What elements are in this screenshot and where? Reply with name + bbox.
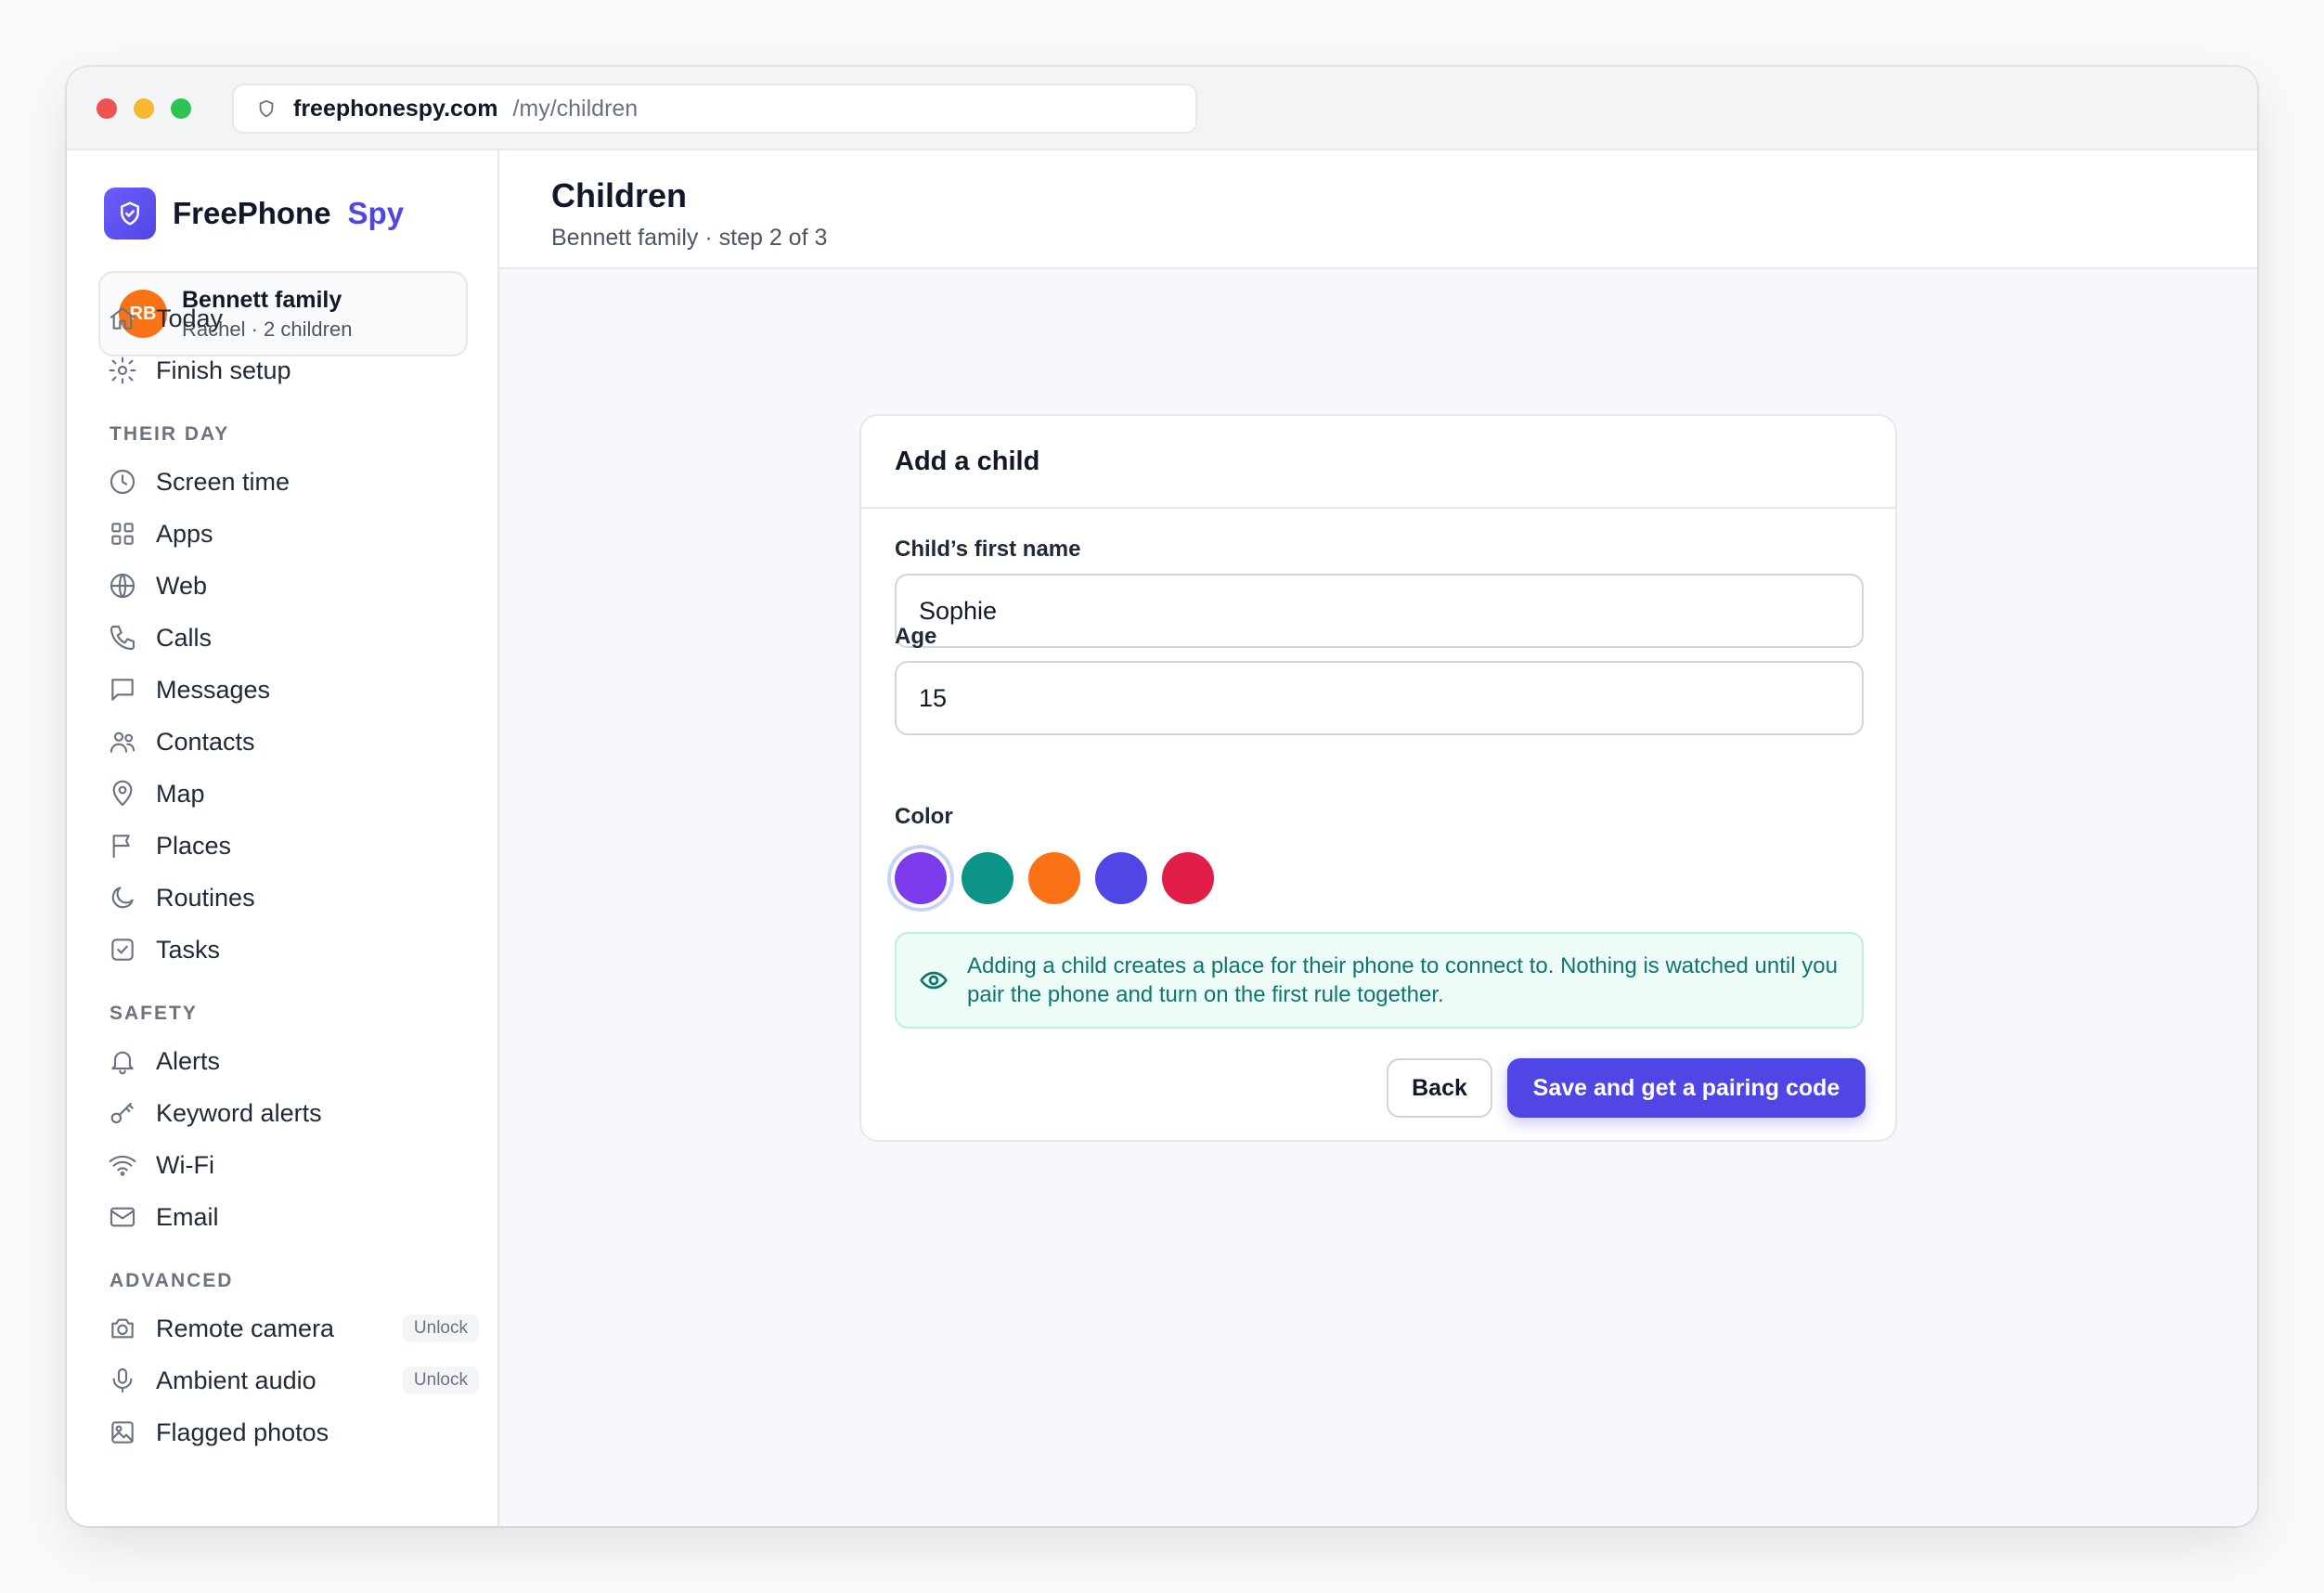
eye-icon (920, 971, 948, 990)
brand[interactable]: FreePhone Spy (104, 188, 404, 240)
map-pin-icon (108, 779, 137, 809)
phone-icon (108, 623, 137, 653)
color-swatch[interactable] (1028, 852, 1080, 904)
sidebar-item-label: Today (156, 304, 224, 332)
url-domain: freephonespy.com (293, 95, 498, 122)
sidebar-item-routines[interactable]: Routines (108, 874, 479, 921)
sidebar-item-label: Tasks (156, 935, 221, 964)
browser-window: freephonespy.com /my/children FreePhone … (67, 67, 2257, 1526)
gear-icon (108, 356, 137, 385)
sidebar-item-remote-camera[interactable]: Remote camera Unlock (108, 1305, 479, 1352)
sidebar-item-label: Screen time (156, 467, 290, 496)
sidebar-item-ambient-audio[interactable]: Ambient audio Unlock (108, 1357, 479, 1404)
section-label-safety: SAFETY (110, 1003, 198, 1024)
wifi-icon (108, 1150, 137, 1180)
color-swatch[interactable] (962, 852, 1014, 904)
main-content: Children Bennett family · step 2 of 3 Ad… (499, 150, 2257, 1526)
page-title: Children (551, 176, 688, 214)
sidebar-item-apps[interactable]: Apps (108, 511, 479, 557)
sidebar-item-label: Finish setup (156, 356, 291, 384)
info-notice: Adding a child creates a place for their… (895, 932, 1864, 1029)
sidebar-item-label: Wi-Fi (156, 1150, 214, 1179)
close-window-icon[interactable] (97, 98, 117, 119)
color-picker (895, 852, 1229, 904)
sidebar-item-today[interactable]: Today (108, 295, 479, 342)
color-swatch[interactable] (895, 852, 947, 904)
sidebar-item-label: Routines (156, 883, 255, 912)
page-header: Children Bennett family · step 2 of 3 (499, 150, 2257, 269)
sidebar-item-label: Flagged photos (156, 1418, 329, 1446)
shield-check-icon (104, 188, 156, 240)
save-pairing-button[interactable]: Save and get a pairing code (1507, 1058, 1866, 1118)
sidebar-item-keyword-alerts[interactable]: Keyword alerts (108, 1090, 479, 1136)
section-label-advanced: ADVANCED (110, 1270, 234, 1291)
address-bar[interactable]: freephonespy.com /my/children (232, 84, 1197, 134)
color-swatch[interactable] (1095, 852, 1147, 904)
mail-icon (108, 1202, 137, 1232)
page-subtitle: Bennett family · step 2 of 3 (551, 225, 828, 251)
camera-icon (108, 1314, 137, 1343)
sidebar-item-label: Alerts (156, 1046, 221, 1075)
child-name-input[interactable] (895, 574, 1864, 648)
sidebar: FreePhone Spy RB Bennett family Rachel ·… (67, 150, 499, 1526)
name-label: Child’s first name (895, 537, 1081, 562)
sidebar-item-label: Contacts (156, 727, 255, 756)
card-title: Add a child (895, 446, 1040, 476)
bell-icon (108, 1046, 137, 1076)
microphone-icon (108, 1366, 137, 1395)
brand-name: FreePhone (173, 196, 331, 230)
sidebar-item-web[interactable]: Web (108, 563, 479, 609)
sidebar-item-alerts[interactable]: Alerts (108, 1038, 479, 1084)
sidebar-item-email[interactable]: Email (108, 1194, 479, 1240)
sidebar-item-map[interactable]: Map (108, 771, 479, 817)
sidebar-item-label: Keyword alerts (156, 1098, 322, 1127)
sidebar-item-contacts[interactable]: Contacts (108, 719, 479, 765)
clock-icon (108, 467, 137, 497)
sidebar-item-label: Email (156, 1202, 219, 1231)
sidebar-item-wi-fi[interactable]: Wi-Fi (108, 1142, 479, 1188)
key-icon (108, 1098, 137, 1128)
age-input[interactable] (895, 661, 1864, 735)
site-info-icon (259, 99, 274, 118)
notice-text: Adding a child creates a place for their… (967, 953, 1838, 1007)
sidebar-item-tasks[interactable]: Tasks (108, 926, 479, 973)
sidebar-item-label: Messages (156, 675, 271, 704)
grid-icon (108, 519, 137, 549)
unlock-badge[interactable]: Unlock (402, 1315, 479, 1342)
minimize-window-icon[interactable] (134, 98, 154, 119)
image-icon (108, 1418, 137, 1447)
card-header: Add a child (861, 416, 1895, 509)
sidebar-item-messages[interactable]: Messages (108, 667, 479, 713)
moon-icon (108, 883, 137, 913)
sidebar-item-label: Web (156, 571, 208, 600)
sidebar-item-screen-time[interactable]: Screen time (108, 459, 479, 505)
sidebar-item-label: Apps (156, 519, 213, 548)
age-label: Age (895, 624, 937, 649)
flag-icon (108, 831, 137, 861)
sidebar-item-label: Remote camera (156, 1314, 335, 1342)
checkbox-icon (108, 935, 137, 965)
sidebar-item-label: Calls (156, 623, 213, 652)
section-label-their-day: THEIR DAY (110, 423, 230, 445)
sidebar-item-finish-setup[interactable]: Finish setup (108, 347, 479, 394)
brand-accent: Spy (347, 196, 405, 230)
sidebar-item-flagged-photos[interactable]: Flagged photos (108, 1409, 479, 1456)
sidebar-item-label: Places (156, 831, 232, 860)
sidebar-item-places[interactable]: Places (108, 822, 479, 869)
users-icon (108, 727, 137, 757)
browser-titlebar: freephonespy.com /my/children (67, 67, 2257, 150)
home-icon (108, 304, 137, 333)
add-child-card: Add a child Child’s first name Age Color… (859, 414, 1897, 1142)
url-path: /my/children (512, 95, 639, 122)
globe-icon (108, 571, 137, 601)
color-label: Color (895, 804, 953, 829)
back-button[interactable]: Back (1387, 1058, 1492, 1118)
color-swatch[interactable] (1162, 852, 1214, 904)
sidebar-item-label: Map (156, 779, 205, 808)
message-icon (108, 675, 137, 705)
unlock-badge[interactable]: Unlock (402, 1366, 479, 1394)
sidebar-item-calls[interactable]: Calls (108, 615, 479, 661)
maximize-window-icon[interactable] (171, 98, 191, 119)
sidebar-item-label: Ambient audio (156, 1366, 316, 1394)
